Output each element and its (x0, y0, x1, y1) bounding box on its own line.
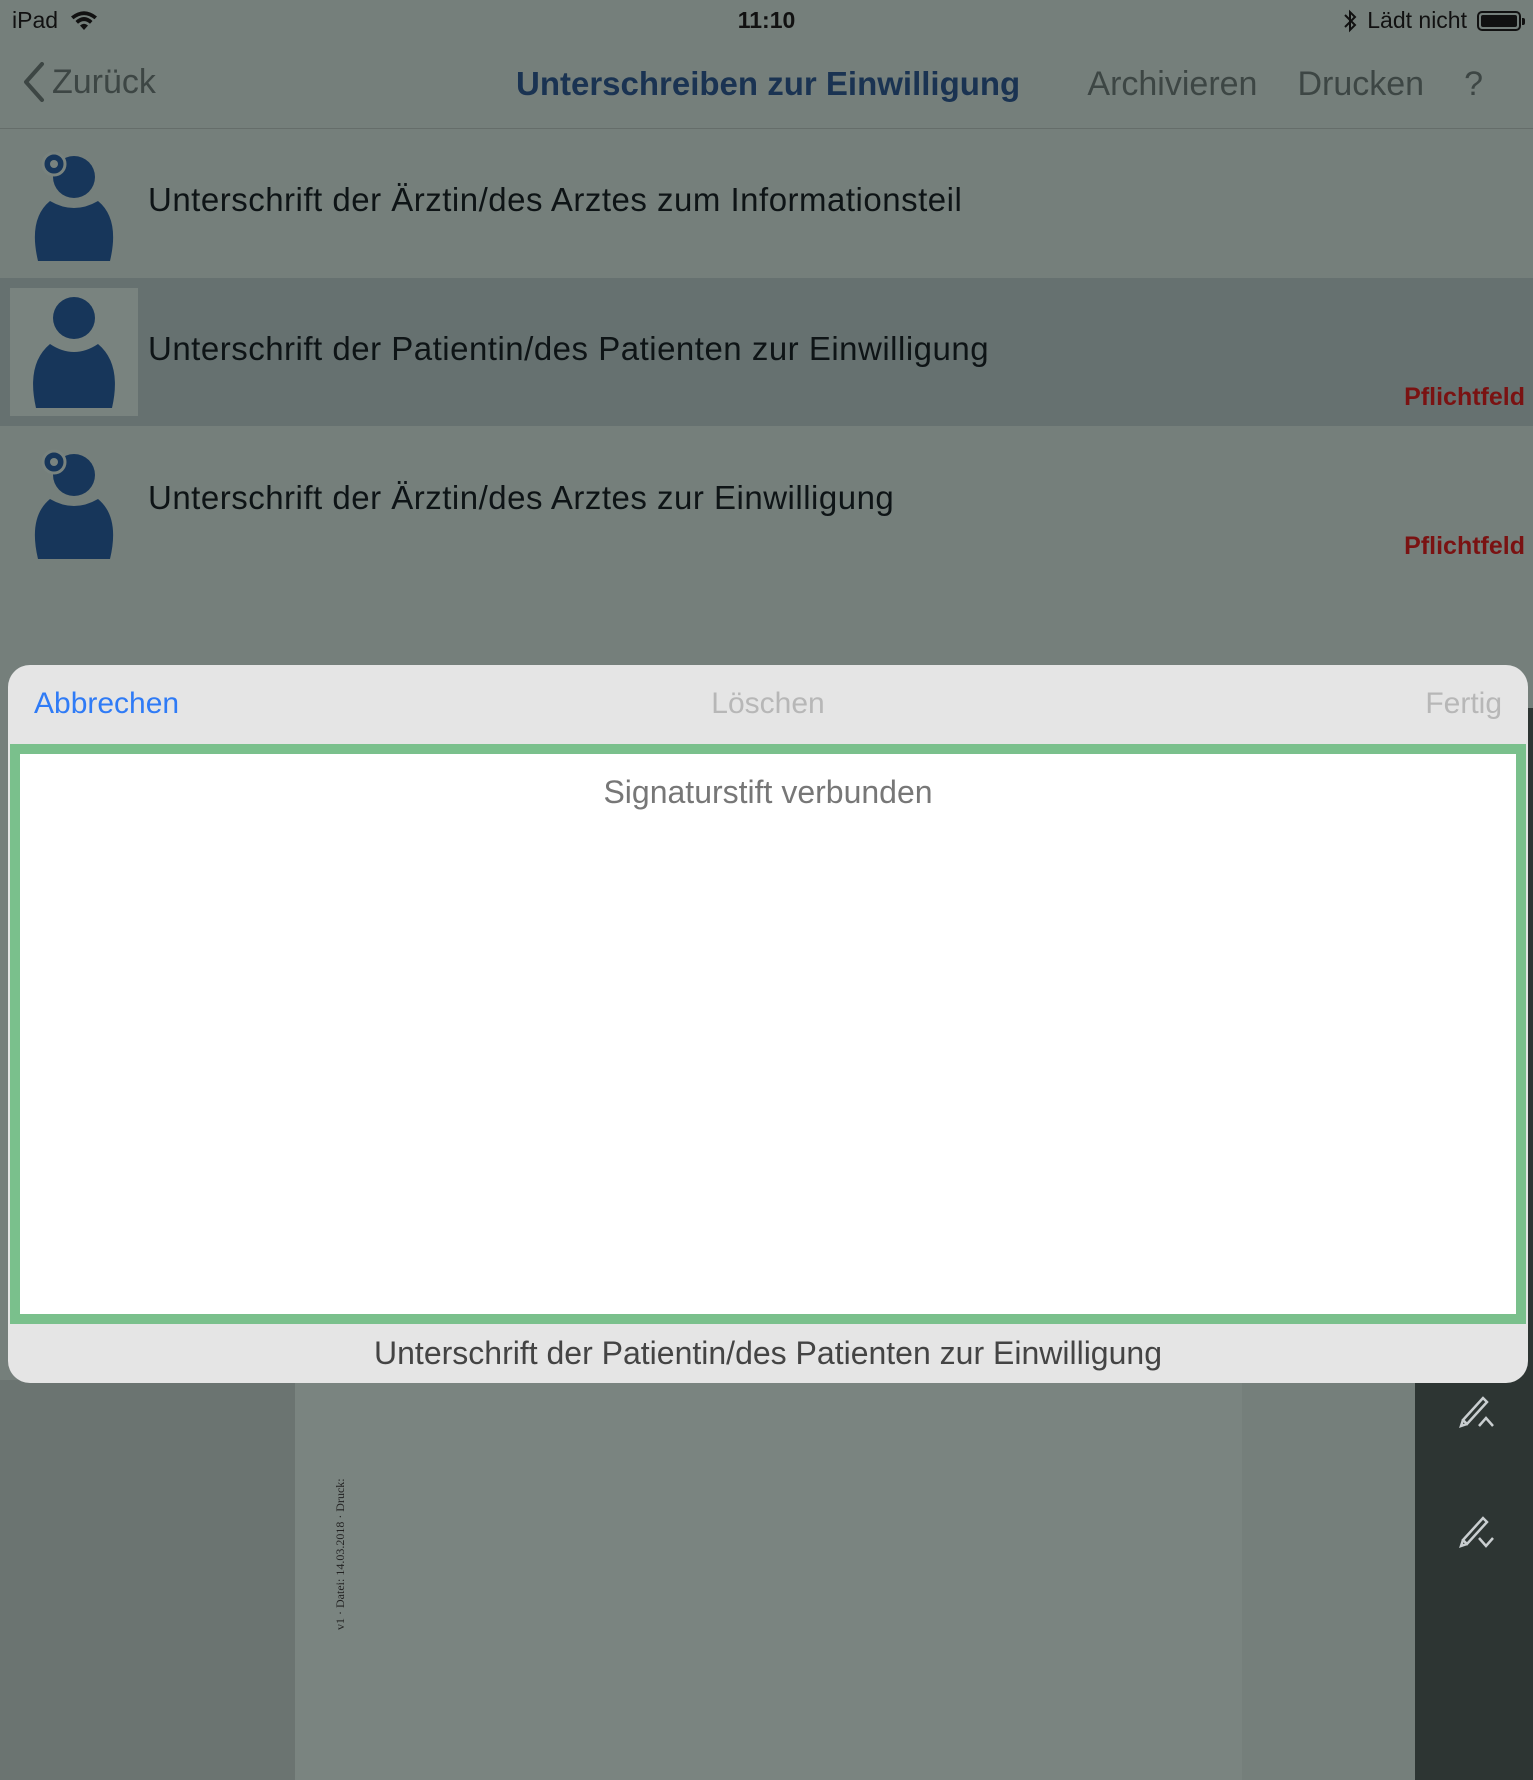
clock: 11:10 (737, 7, 796, 33)
doctor-avatar-icon (10, 437, 138, 565)
page-title: Unterschreiben zur Einwilligung (516, 65, 1021, 102)
print-button[interactable]: Drucken (1297, 65, 1424, 104)
document-footer-text: v1 · Datei: 14.03.2018 · Druck: (333, 1478, 347, 1630)
pen-down-icon[interactable] (1455, 1510, 1497, 1552)
help-button[interactable]: ? (1464, 65, 1483, 104)
back-button[interactable]: Zurück (22, 62, 156, 102)
battery-icon (1477, 10, 1525, 31)
status-bar: iPad 11:10 Lädt nicht (0, 0, 1533, 40)
signature-caption: Unterschrift der Patientin/des Patienten… (374, 1335, 1162, 1371)
patient-avatar-icon (10, 288, 138, 416)
pen-status-text: Signaturstift verbunden (603, 774, 933, 810)
pen-up-icon[interactable] (1455, 1390, 1497, 1432)
document-margin (0, 1380, 295, 1780)
back-label: Zurück (52, 62, 156, 101)
bluetooth-icon (1344, 9, 1357, 32)
signature-row-patient[interactable]: Unterschrift der Patientin/des Patienten… (0, 278, 1533, 426)
required-badge: Pflichtfeld (1404, 532, 1525, 560)
dialog-toolbar: Abbrechen Löschen Fertig (8, 665, 1528, 744)
signature-row-label: Unterschrift der Ärztin/des Arztes zum I… (148, 181, 963, 218)
signature-row-doctor-consent[interactable]: Unterschrift der Ärztin/des Arztes zur E… (0, 427, 1533, 575)
archive-button[interactable]: Archivieren (1087, 65, 1257, 104)
clear-button[interactable]: Löschen (8, 687, 1528, 721)
document-preview[interactable] (295, 1380, 1242, 1780)
signature-dialog: Abbrechen Löschen Fertig Signaturstift v… (8, 665, 1528, 1383)
signature-row-label: Unterschrift der Ärztin/des Arztes zur E… (148, 479, 895, 516)
signature-row-label: Unterschrift der Patientin/des Patienten… (148, 330, 990, 367)
charging-status: Lädt nicht (1367, 7, 1467, 33)
signature-row-doctor-info[interactable]: Unterschrift der Ärztin/des Arztes zum I… (0, 129, 1533, 277)
chevron-left-icon (24, 62, 44, 102)
nav-bar: Zurück Unterschreiben zur Einwilligung A… (0, 40, 1533, 129)
required-badge: Pflichtfeld (1404, 383, 1525, 411)
doctor-avatar-icon (10, 139, 138, 267)
done-button[interactable]: Fertig (1425, 687, 1502, 721)
signature-canvas[interactable]: Signaturstift verbunden (10, 744, 1526, 1324)
